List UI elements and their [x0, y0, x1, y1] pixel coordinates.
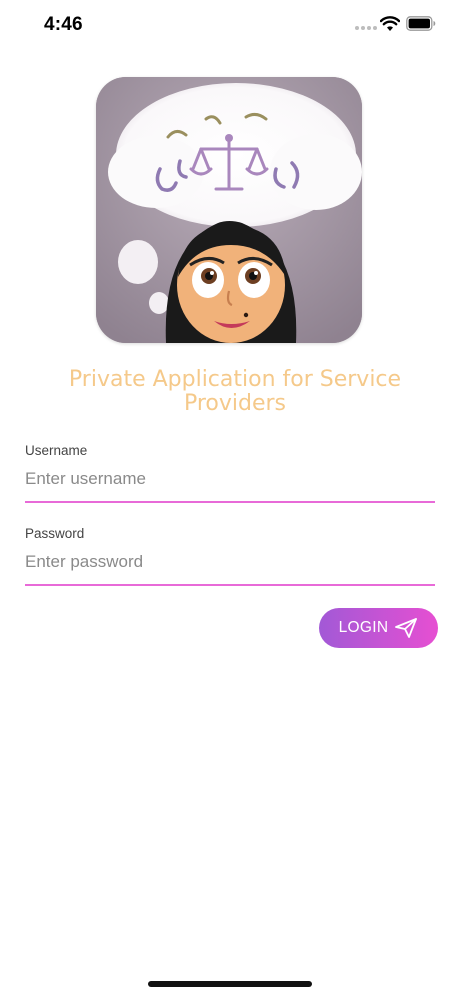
app-logo-icon: [96, 77, 362, 343]
login-button-label: LOGIN: [338, 619, 389, 636]
login-screen: 4:46 Private Application for Service Pro…: [0, 0, 460, 996]
send-icon: [394, 617, 418, 639]
username-field: Username: [25, 443, 435, 503]
username-input[interactable]: [25, 467, 435, 491]
app-logo: [96, 77, 362, 343]
battery-icon: [406, 16, 436, 31]
home-indicator: [148, 981, 312, 987]
password-input[interactable]: [25, 550, 435, 574]
password-field: Password: [25, 526, 435, 586]
password-underline: [25, 584, 435, 586]
password-label: Password: [25, 526, 85, 541]
wifi-icon: [379, 16, 401, 32]
username-label: Username: [25, 443, 88, 458]
username-underline: [25, 501, 435, 503]
status-time: 4:46: [44, 14, 83, 35]
status-bar: 4:46: [0, 0, 460, 50]
signal-dots-icon: [355, 26, 377, 32]
app-subtitle: Private Application for Service Provider…: [68, 367, 402, 416]
login-button[interactable]: LOGIN: [319, 608, 438, 648]
